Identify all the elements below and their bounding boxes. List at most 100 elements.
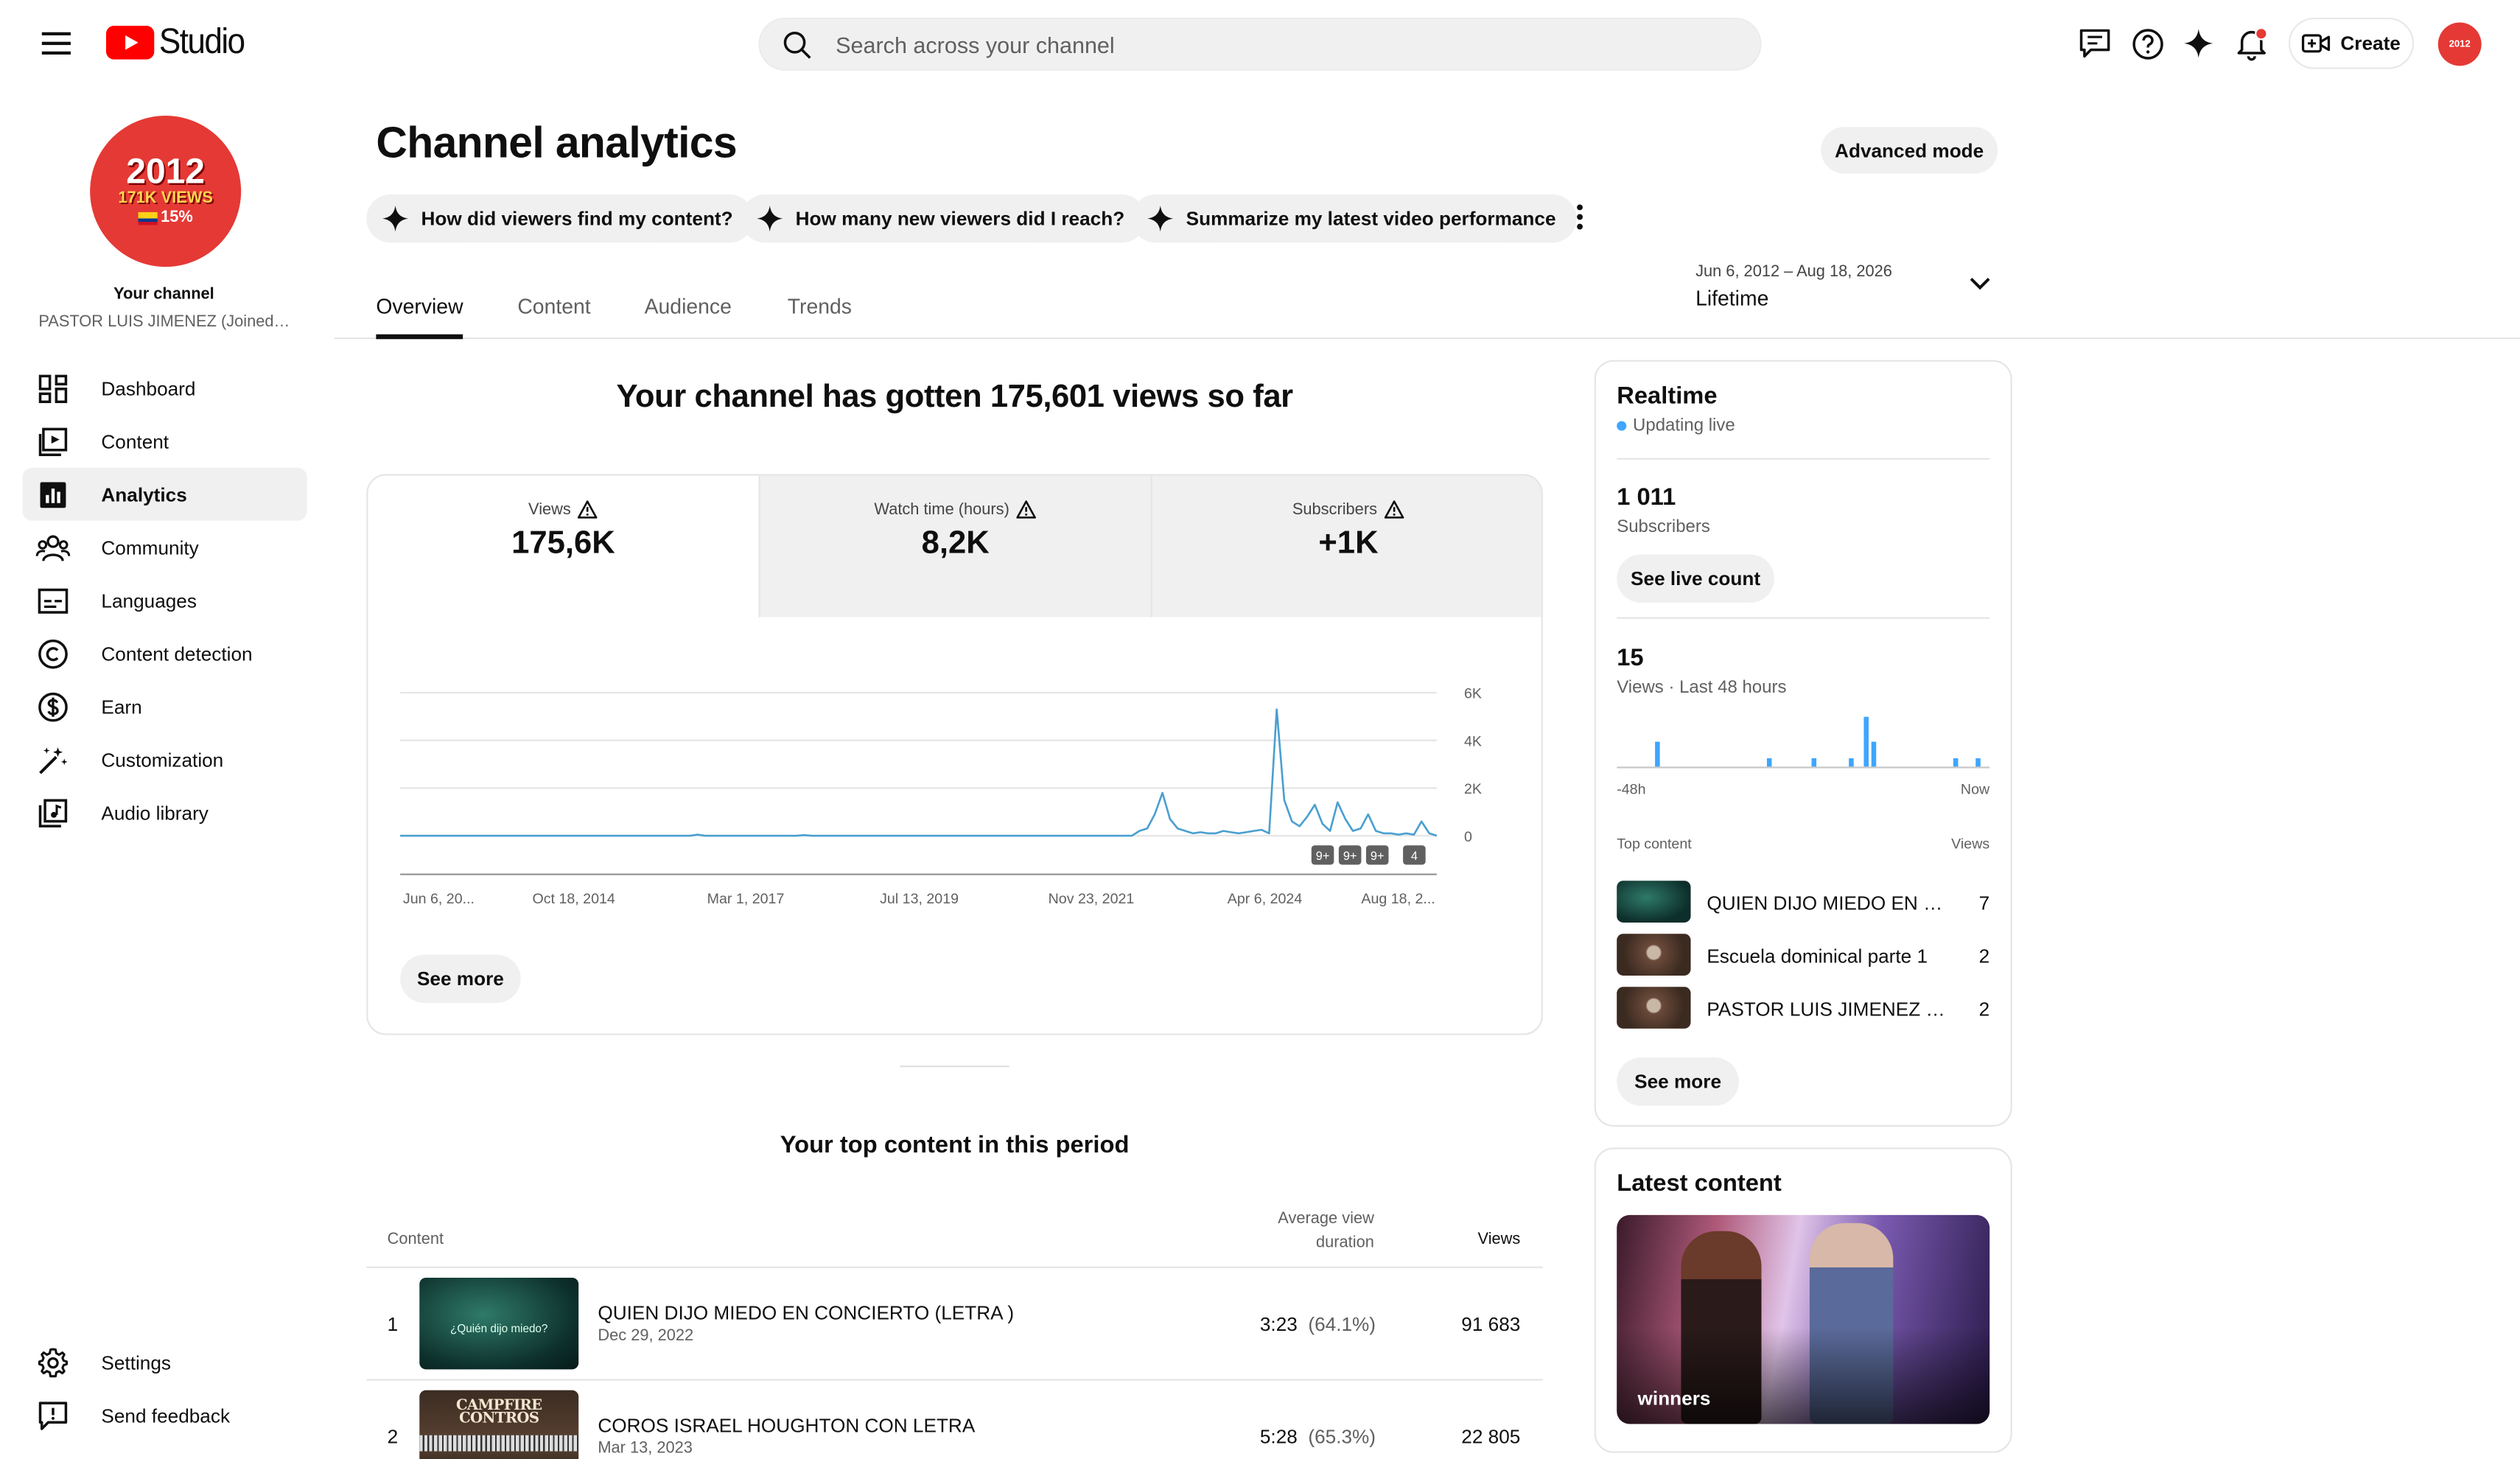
x-tick-label: Nov 23, 2021 [1049, 891, 1135, 907]
see-live-count-button[interactable]: See live count [1617, 554, 1774, 603]
sidebar-item-earn[interactable]: Earn [23, 680, 307, 733]
magic-wand-icon [35, 742, 71, 777]
realtime-bar [1849, 758, 1854, 767]
ai-chip-new-viewers[interactable]: How many new viewers did I reach? [741, 194, 1146, 243]
colombia-flag-icon [138, 211, 158, 225]
realtime-divider [1617, 458, 1990, 460]
views-line-chart[interactable]: 0 2K 4K 6K 9+ 9+ 9+ 4 Jun 6, 20... Oct 18, 2014 Ma… [368, 637, 1541, 926]
duration-pct: (64.1%) [1308, 1312, 1376, 1336]
table-row[interactable]: 2 CAMPFIRE CONTROS COROS ISRAEL HOUGHTON… [366, 1381, 1543, 1459]
realtime-top-item[interactable]: QUIEN DIJO MIEDO EN CO... 7 [1617, 881, 1989, 926]
sparkle-icon [1147, 205, 1174, 232]
sidebar-item-label: Languages [101, 589, 197, 612]
account-avatar[interactable]: 2012 [2437, 22, 2482, 66]
realtime-views-label: Views · Last 48 hours [1617, 678, 1787, 698]
create-label: Create [2340, 32, 2401, 55]
realtime-bar [1863, 716, 1869, 767]
realtime-top-item[interactable]: Escuela dominical parte 1 2 [1617, 934, 1989, 979]
realtime-axis-start: -48h [1617, 781, 1646, 797]
help-button[interactable] [2128, 24, 2166, 63]
channel-avatar[interactable]: 2012 171K VIEWS 15% [90, 116, 242, 267]
feedback-icon [35, 1397, 71, 1432]
metric-value: 175,6K [511, 525, 615, 561]
create-button[interactable]: Create [2288, 17, 2415, 69]
realtime-bar [1953, 758, 1959, 767]
tab-content[interactable]: Content [517, 294, 590, 318]
date-range-text: Jun 6, 2012 – Aug 18, 2026 [1695, 263, 1892, 281]
realtime-top-item[interactable]: PASTOR LUIS JIMENEZ est... 2 [1617, 987, 1989, 1032]
sidebar-item-analytics[interactable]: Analytics [22, 467, 307, 521]
sidebar-item-content[interactable]: Content [23, 415, 307, 468]
warning-icon [1384, 500, 1404, 519]
hamburger-icon [41, 32, 71, 55]
y-tick-label: 6K [1464, 686, 1482, 702]
section-divider [900, 1066, 1009, 1068]
sidebar-item-label: Content detection [101, 642, 253, 665]
youtube-play-icon [105, 24, 155, 59]
x-tick-label: Mar 1, 2017 [707, 891, 785, 907]
table-row[interactable]: 1 ¿Quién dijo miedo? QUIEN DIJO MIEDO EN… [366, 1268, 1543, 1379]
analytics-icon [35, 477, 71, 512]
menu-button[interactable] [35, 23, 77, 65]
sidebar-item-send-feedback[interactable]: Send feedback [23, 1388, 307, 1441]
video-thumbnail[interactable]: ¿Quién dijo miedo? [419, 1277, 579, 1370]
col-header-views: Views [1477, 1231, 1521, 1249]
sidebar-item-settings[interactable]: Settings [23, 1336, 307, 1389]
metric-watch-time[interactable]: Watch time (hours) 8,2K [758, 475, 1151, 617]
sidebar-item-customization[interactable]: Customization [23, 733, 307, 786]
metric-subscribers[interactable]: Subscribers +1K [1150, 475, 1541, 617]
ai-sparkle-button[interactable] [2180, 24, 2218, 63]
video-camera-plus-icon [2302, 34, 2331, 53]
video-thumbnail[interactable]: CAMPFIRE CONTROS [419, 1390, 579, 1459]
realtime-see-more-button[interactable]: See more [1617, 1057, 1739, 1106]
notifications-button[interactable] [2233, 24, 2271, 63]
y-tick-label: 2K [1464, 781, 1482, 797]
search-input[interactable] [836, 31, 1672, 57]
sidebar-item-dashboard[interactable]: Dashboard [23, 362, 307, 415]
ai-chip-find-content[interactable]: How did viewers find my content? [366, 194, 755, 243]
realtime-bar [1975, 758, 1981, 767]
x-tick-label: Jul 13, 2019 [880, 891, 959, 907]
sidebar-item-label: Dashboard [101, 377, 196, 400]
video-marker: 9+ [1311, 845, 1334, 865]
date-period: Lifetime [1695, 286, 1769, 310]
sidebar-item-audio-library[interactable]: Audio library [23, 786, 307, 839]
metric-views[interactable]: Views 175,6K [368, 475, 759, 617]
col-header-avd-line1: Average view [1278, 1210, 1374, 1228]
x-tick-label: Apr 6, 2024 [1228, 891, 1303, 907]
more-options-button[interactable] [1565, 199, 1594, 234]
sidebar-item-community[interactable]: Community [23, 521, 307, 574]
top-content-label: Top content [1617, 836, 1692, 852]
video-marker-label: 9+ [1343, 850, 1357, 863]
chip-label: How many new viewers did I reach? [795, 207, 1125, 230]
x-tick-label: Oct 18, 2014 [532, 891, 615, 907]
avatar-year: 2012 [126, 151, 206, 192]
metric-label: Views [528, 500, 571, 519]
tab-overview[interactable]: Overview [376, 294, 463, 318]
sidebar-item-languages[interactable]: Languages [23, 574, 307, 627]
video-title[interactable]: COROS ISRAEL HOUGHTON CON LETRA [598, 1414, 975, 1437]
x-tick-label: Aug 18, 2... [1361, 891, 1435, 907]
video-title[interactable]: QUIEN DIJO MIEDO EN CONCIERTO (LETRA ) [598, 1302, 1014, 1325]
video-marker: 9+ [1365, 845, 1389, 865]
advanced-mode-button[interactable]: Advanced mode [1821, 127, 1998, 174]
sidebar-item-content-detection[interactable]: Content detection [23, 627, 307, 680]
studio-logo[interactable]: Studio [105, 21, 252, 63]
sidebar-item-label: Send feedback [101, 1404, 231, 1427]
realtime-status: Updating live [1617, 416, 1735, 435]
duration-pct: (65.3%) [1308, 1425, 1376, 1449]
tab-trends[interactable]: Trends [788, 294, 852, 318]
realtime-divider [1617, 617, 1990, 619]
ai-chip-summarize[interactable]: Summarize my latest video performance [1131, 194, 1577, 243]
overview-see-more-button[interactable]: See more [400, 954, 521, 1004]
date-range-picker[interactable]: Jun 6, 2012 – Aug 18, 2026 Lifetime [1695, 264, 2001, 312]
realtime-bar-chart[interactable] [1617, 707, 1990, 772]
x-tick-label: Jun 6, 20... [403, 891, 475, 907]
search-bar[interactable] [758, 17, 1762, 71]
realtime-item-title: PASTOR LUIS JIMENEZ est... [1707, 998, 1948, 1021]
subtitles-button[interactable] [2075, 24, 2113, 63]
latest-video-thumbnail[interactable]: winners [1617, 1214, 1990, 1424]
comment-text-icon [2079, 29, 2110, 58]
views-headline: Your channel has gotten 175,601 views so… [616, 379, 1293, 415]
tab-audience[interactable]: Audience [645, 294, 732, 318]
